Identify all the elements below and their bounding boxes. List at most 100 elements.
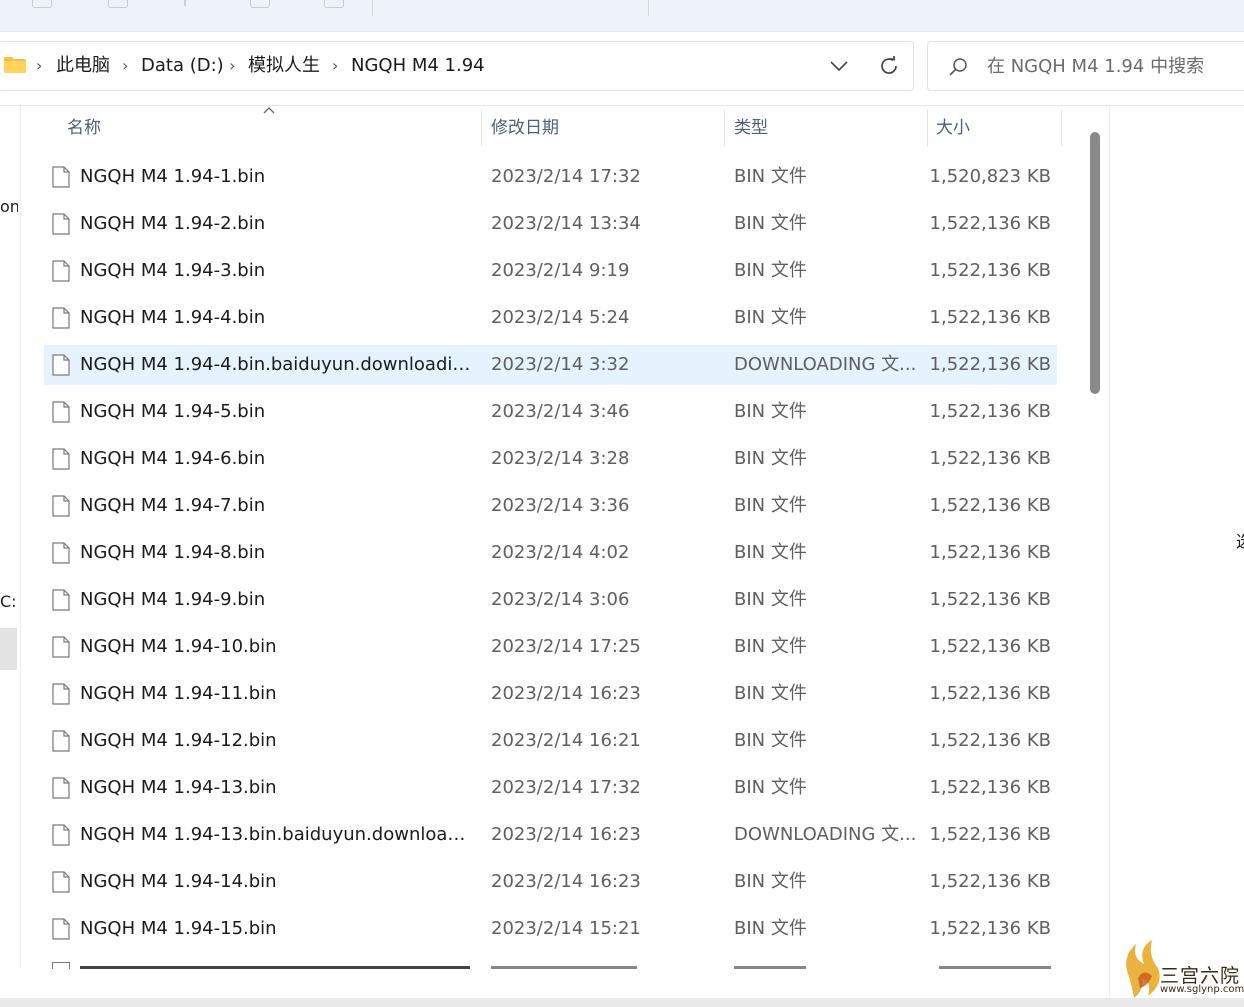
breadcrumb-drive[interactable]: Data (D:) [141, 54, 224, 78]
table-row[interactable]: NGQH M4 1.94-2.bin 2023/2/14 13:34 BIN 文件 1… [44, 204, 1057, 244]
table-row[interactable]: NGQH M4 1.94-8.bin 2023/2/14 4:02 BIN 文件 1,… [44, 533, 1057, 573]
file-type: BIN 文件 [734, 683, 807, 704]
file-icon [52, 401, 70, 423]
table-row[interactable]: NGQH M4 1.94-5.bin 2023/2/14 3:46 BIN 文件 1,… [44, 392, 1057, 432]
file-size: 1,522,136 KB [929, 542, 1051, 563]
chevron-right-icon[interactable]: › [36, 54, 42, 78]
file-date: 2023/2/14 13:34 [491, 213, 641, 234]
file-name[interactable]: NGQH M4 1.94-8.bin [80, 541, 472, 565]
column-header-date[interactable]: 修改日期 [491, 116, 559, 140]
column-divider[interactable] [1061, 110, 1062, 146]
column-divider[interactable] [724, 110, 725, 146]
file-name[interactable]: NGQH M4 1.94-6.bin [80, 447, 472, 471]
chevron-down-icon[interactable] [828, 56, 850, 76]
file-icon [52, 542, 70, 564]
toolbar-divider [648, 0, 649, 16]
rename-icon[interactable] [184, 0, 186, 6]
file-name[interactable]: NGQH M4 1.94-7.bin [80, 494, 472, 518]
file-icon [52, 213, 70, 235]
file-name[interactable]: NGQH M4 1.94-9.bin [80, 588, 472, 612]
file-date: 2023/2/14 16:23 [491, 683, 641, 704]
nav-item-fragment[interactable]: ona [0, 197, 18, 216]
file-date: 2023/2/14 3:36 [491, 495, 630, 516]
chevron-right-icon[interactable]: › [332, 54, 338, 78]
chevron-right-icon[interactable]: › [122, 54, 128, 78]
search-icon [949, 58, 967, 76]
file-type: BIN 文件 [734, 636, 807, 657]
column-header-type[interactable]: 类型 [734, 116, 768, 140]
table-row[interactable]: NGQH M4 1.94-11.bin 2023/2/14 16:23 BIN 文件… [44, 674, 1057, 714]
search-input[interactable]: 在 NGQH M4 1.94 中搜索 [987, 55, 1204, 79]
file-size: 1,522,136 KB [929, 307, 1051, 328]
file-name[interactable]: NGQH M4 1.94-12.bin [80, 729, 472, 753]
file-icon [52, 871, 70, 893]
file-size: 1,522,136 KB [929, 918, 1051, 939]
table-row[interactable]: NGQH M4 1.94-13.bin 2023/2/14 17:32 BIN 文件… [44, 768, 1057, 808]
file-name[interactable]: NGQH M4 1.94-11.bin [80, 682, 472, 706]
file-date: 2023/2/14 15:21 [491, 918, 641, 939]
file-size: 1,522,136 KB [929, 636, 1051, 657]
copy-icon[interactable] [108, 0, 128, 8]
file-name[interactable]: NGQH M4 1.94-5.bin [80, 400, 472, 424]
file-size: 1,522,136 KB [929, 448, 1051, 469]
table-row[interactable]: NGQH M4 1.94-12.bin 2023/2/14 16:21 BIN 文件… [44, 721, 1057, 761]
table-row-partial[interactable] [44, 962, 1057, 969]
column-divider[interactable] [927, 110, 928, 146]
table-row[interactable]: NGQH M4 1.94-4.bin.baiduyun.downloading 2… [44, 345, 1057, 385]
table-row[interactable]: NGQH M4 1.94-10.bin 2023/2/14 17:25 BIN 文件… [44, 627, 1057, 667]
breadcrumb-this-pc[interactable]: 此电脑 [56, 54, 110, 78]
scrollbar-thumb[interactable] [1090, 132, 1100, 394]
table-row[interactable]: NGQH M4 1.94-6.bin 2023/2/14 3:28 BIN 文件 1,… [44, 439, 1057, 479]
file-type: BIN 文件 [734, 589, 807, 610]
file-type: BIN 文件 [734, 777, 807, 798]
table-row[interactable]: NGQH M4 1.94-9.bin 2023/2/14 3:06 BIN 文件 1,… [44, 580, 1057, 620]
file-name[interactable]: NGQH M4 1.94-4.bin [80, 306, 472, 330]
table-row[interactable]: NGQH M4 1.94-1.bin 2023/2/14 17:32 BIN 文件 1… [44, 157, 1057, 197]
delete-icon[interactable] [324, 0, 344, 8]
file-icon [52, 589, 70, 611]
table-row[interactable]: NGQH M4 1.94-14.bin 2023/2/14 16:23 BIN 文件… [44, 862, 1057, 902]
table-row[interactable]: NGQH M4 1.94-4.bin 2023/2/14 5:24 BIN 文件 1,… [44, 298, 1057, 338]
file-date: 2023/2/14 16:23 [491, 824, 641, 845]
file-name[interactable]: NGQH M4 1.94-3.bin [80, 259, 472, 283]
file-name[interactable]: NGQH M4 1.94-2.bin [80, 212, 472, 236]
share-icon[interactable] [250, 0, 270, 8]
file-size: 1,522,136 KB [929, 824, 1051, 845]
table-row[interactable]: NGQH M4 1.94-3.bin 2023/2/14 9:19 BIN 文件 1,… [44, 251, 1057, 291]
refresh-icon[interactable] [877, 54, 901, 78]
table-row[interactable]: NGQH M4 1.94-13.bin.baiduyun.downloadi..… [44, 815, 1057, 855]
file-name[interactable]: NGQH M4 1.94-15.bin [80, 917, 472, 941]
file-icon [52, 495, 70, 517]
breadcrumb-current[interactable]: NGQH M4 1.94 [351, 54, 485, 78]
command-bar [0, 0, 1244, 32]
column-header-size[interactable]: 大小 [936, 116, 970, 140]
pane-divider [20, 106, 21, 1007]
file-name[interactable]: NGQH M4 1.94-1.bin [80, 165, 472, 189]
file-icon [52, 354, 70, 376]
file-size: 1,522,136 KB [929, 213, 1051, 234]
file-type: BIN 文件 [734, 166, 807, 187]
file-size: 1,522,136 KB [929, 589, 1051, 610]
folder-icon [4, 57, 26, 73]
file-date: 2023/2/14 4:02 [491, 542, 630, 563]
nav-item-selected[interactable] [0, 628, 17, 670]
file-name[interactable]: NGQH M4 1.94-14.bin [80, 870, 472, 894]
file-icon [52, 307, 70, 329]
column-divider[interactable] [481, 110, 482, 146]
file-type: BIN 文件 [734, 871, 807, 892]
file-name[interactable]: NGQH M4 1.94-13.bin [80, 776, 472, 800]
table-row[interactable]: NGQH M4 1.94-15.bin 2023/2/14 15:21 BIN 文件… [44, 909, 1057, 949]
file-icon [52, 683, 70, 705]
table-row[interactable]: NGQH M4 1.94-7.bin 2023/2/14 3:36 BIN 文件 1,… [44, 486, 1057, 526]
nav-item-fragment[interactable]: C: [0, 592, 18, 611]
file-name[interactable]: NGQH M4 1.94-4.bin.baiduyun.downloading [80, 353, 472, 377]
file-type: DOWNLOADING 文... [734, 824, 917, 845]
column-header-name[interactable]: 名称 [67, 116, 101, 140]
file-name[interactable]: NGQH M4 1.94-10.bin [80, 635, 472, 659]
file-date: 2023/2/14 5:24 [491, 307, 630, 328]
sort-ascending-icon [263, 107, 275, 114]
file-name[interactable]: NGQH M4 1.94-13.bin.baiduyun.downloadi..… [80, 823, 472, 847]
chevron-right-icon[interactable]: › [229, 54, 235, 78]
breadcrumb-folder[interactable]: 模拟人生 [248, 54, 320, 78]
cut-icon[interactable] [32, 0, 52, 8]
